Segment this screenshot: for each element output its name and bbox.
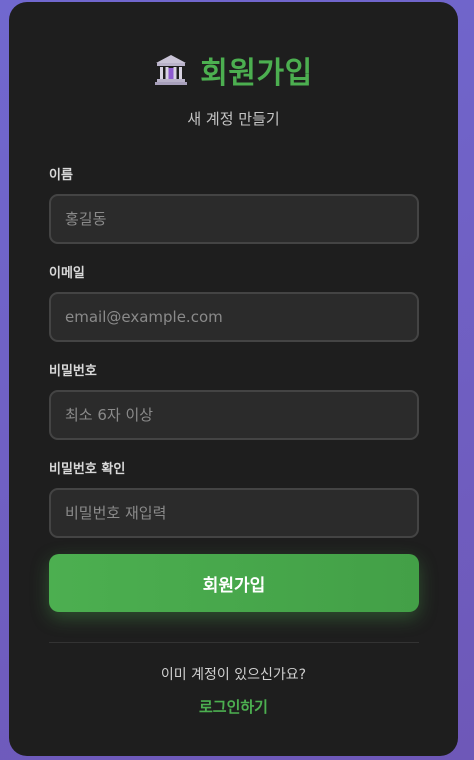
email-field-group: 이메일 (49, 262, 419, 342)
password-confirm-input[interactable] (49, 488, 419, 538)
email-input[interactable] (49, 292, 419, 342)
password-confirm-label: 비밀번호 확인 (49, 462, 126, 477)
have-account-text: 이미 계정이 있으신가요? (160, 667, 307, 683)
title-row: 회원가입 (9, 48, 458, 92)
signup-header: 회원가입 새 계정 만들기 (9, 48, 458, 129)
password-label: 비밀번호 (49, 364, 97, 379)
bank-icon (154, 53, 188, 87)
password-input[interactable] (49, 390, 419, 440)
name-field-group: 이름 (49, 164, 419, 244)
name-input[interactable] (49, 194, 419, 244)
email-label: 이메일 (49, 266, 85, 281)
page-title: 회원가입 (200, 56, 313, 91)
login-link[interactable]: 로그인하기 (9, 696, 458, 717)
page-subtitle: 새 계정 만들기 (187, 110, 280, 128)
divider (49, 642, 419, 643)
password-field-group: 비밀번호 (49, 360, 419, 440)
password-confirm-field-group: 비밀번호 확인 (49, 458, 419, 538)
signup-button[interactable]: 회원가입 (49, 554, 419, 612)
signup-card: 회원가입 새 계정 만들기 이름 이메일 비밀번호 비밀번호 확인 회원가입 이… (9, 2, 458, 756)
name-label: 이름 (49, 168, 73, 183)
